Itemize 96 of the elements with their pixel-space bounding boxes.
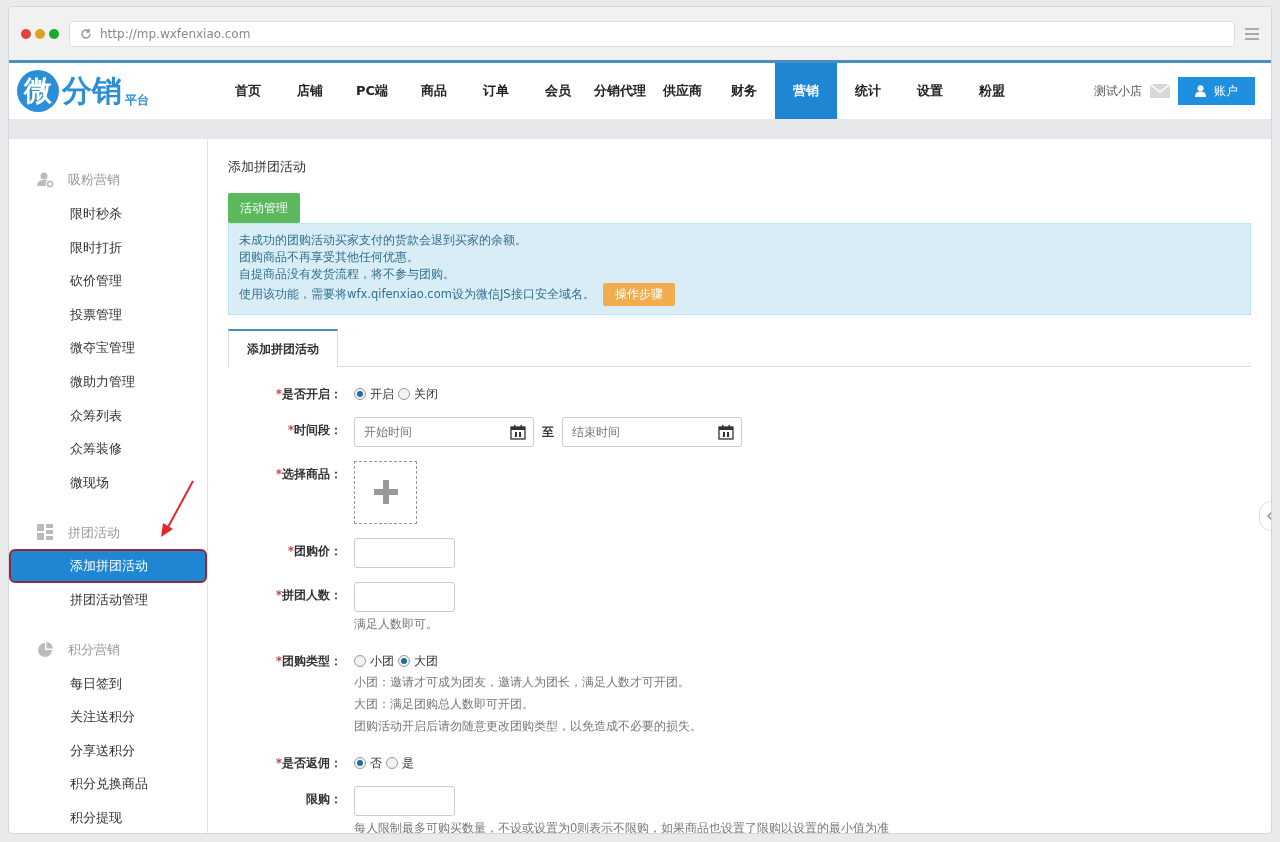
sidebar-item[interactable]: 积分兑换商品 bbox=[9, 767, 207, 801]
sidebar-item[interactable]: 积分提现 bbox=[9, 800, 207, 833]
sidebar-item[interactable]: 每日签到 bbox=[9, 666, 207, 701]
plus-icon bbox=[373, 480, 398, 504]
calendar-icon bbox=[718, 423, 734, 440]
menu-icon bbox=[1245, 26, 1259, 41]
radio-option[interactable]: 小团 bbox=[354, 651, 394, 670]
nav-link[interactable]: 统计 bbox=[837, 63, 899, 119]
required-marker: * bbox=[275, 386, 282, 401]
field-label: 限购： bbox=[306, 791, 342, 806]
sidebar-item[interactable]: 拼团活动管理 bbox=[9, 582, 207, 617]
field-label: 时间段： bbox=[294, 422, 342, 437]
grid-icon bbox=[37, 524, 54, 541]
user-plus-icon bbox=[37, 172, 54, 188]
nav-link[interactable]: 首页 bbox=[217, 63, 279, 119]
calendar-icon bbox=[510, 423, 526, 440]
field-label: 是否开启： bbox=[282, 386, 342, 401]
sidebar-item[interactable]: 限时打折 bbox=[9, 230, 207, 265]
hint-text: 团购活动开启后请勿随意更改团购类型，以免造成不必要的损失。 bbox=[354, 717, 702, 735]
shop-name: 测试小店 bbox=[1094, 83, 1142, 100]
add-product-button[interactable] bbox=[354, 460, 417, 524]
notice-text: 自提商品没有发货流程，将不参与团购。 bbox=[239, 265, 456, 283]
user-icon bbox=[1195, 85, 1206, 97]
hint-text: 小团：邀请才可成为团友，邀请人为团长，满足人数才可开团。 bbox=[354, 673, 691, 691]
field-label: 选择商品： bbox=[282, 466, 342, 481]
input-field[interactable] bbox=[354, 537, 455, 568]
radio-button[interactable] bbox=[354, 654, 366, 667]
radio-option[interactable]: 开启 bbox=[354, 384, 394, 403]
nav-link[interactable]: 粉盟 bbox=[961, 63, 1023, 119]
sidebar-group-title: 拼团活动 bbox=[68, 523, 120, 542]
date-field[interactable]: 开始时间 bbox=[354, 416, 534, 447]
nav-link[interactable]: 分销代理 bbox=[589, 63, 651, 119]
reload-icon bbox=[80, 27, 92, 40]
logo-text: 分销 bbox=[62, 76, 122, 106]
logo-badge: 微 bbox=[17, 70, 59, 112]
input-field[interactable] bbox=[354, 581, 455, 612]
url-text: http://mp.wxfenxiao.com bbox=[100, 25, 251, 43]
tab[interactable]: 添加拼团活动 bbox=[228, 328, 338, 367]
radio-option[interactable]: 大团 bbox=[398, 651, 438, 670]
date-field[interactable]: 结束时间 bbox=[562, 416, 742, 447]
logo-subtitle: 平台 bbox=[125, 92, 149, 109]
sidebar-item[interactable]: 砍价管理 bbox=[9, 264, 207, 298]
sidebar-item[interactable]: 分享送积分 bbox=[9, 733, 207, 768]
field-label: 团购价： bbox=[294, 543, 342, 558]
radio-button[interactable] bbox=[398, 387, 410, 400]
hint-text: 大团：满足团购总人数即可开团。 bbox=[354, 695, 535, 713]
sidebar-item[interactable]: 投票管理 bbox=[9, 297, 207, 332]
sidebar-item[interactable]: 限时秒杀 bbox=[9, 197, 207, 231]
input-field[interactable] bbox=[354, 785, 455, 816]
nav-link[interactable]: PC端 bbox=[341, 63, 403, 119]
sidebar-item[interactable]: 众筹装修 bbox=[9, 432, 207, 466]
nav-link[interactable]: 订单 bbox=[465, 63, 527, 119]
radio-button[interactable] bbox=[398, 654, 410, 667]
field-label: 是否返佣： bbox=[282, 755, 342, 770]
required-marker: * bbox=[275, 653, 282, 668]
required-marker: * bbox=[275, 466, 282, 481]
radio-option[interactable]: 关闭 bbox=[398, 384, 438, 403]
radio-button[interactable] bbox=[354, 387, 366, 400]
required-marker: * bbox=[275, 587, 282, 602]
notice-text: 团购商品不再享受其他任何优惠。 bbox=[239, 248, 420, 266]
nav-link[interactable]: 店铺 bbox=[279, 63, 341, 119]
window-dot bbox=[21, 28, 31, 39]
radio-button[interactable] bbox=[386, 756, 398, 769]
notice-text: 使用该功能，需要将wfx.qifenxiao.com设为微信JS接口安全域名。 bbox=[239, 285, 595, 303]
window-dot bbox=[35, 28, 45, 39]
window-dot bbox=[49, 28, 59, 39]
field-label: 团购类型： bbox=[282, 653, 342, 668]
radio-option[interactable]: 是 bbox=[386, 753, 414, 772]
sidebar-item[interactable]: 众筹列表 bbox=[9, 398, 207, 433]
sidebar-item[interactable]: 关注送积分 bbox=[9, 700, 207, 734]
radio-button[interactable] bbox=[354, 756, 366, 769]
nav-link[interactable]: 会员 bbox=[527, 63, 589, 119]
required-marker: * bbox=[275, 755, 282, 770]
address-bar[interactable]: http://mp.wxfenxiao.com bbox=[69, 20, 1235, 47]
range-separator: 至 bbox=[542, 423, 554, 441]
nav-link[interactable]: 财务 bbox=[713, 63, 775, 119]
mail-icon bbox=[1150, 84, 1170, 98]
field-label: 拼团人数： bbox=[282, 587, 342, 602]
hint-text: 满足人数即可。 bbox=[354, 615, 439, 633]
notice-text: 未成功的团购活动买家支付的货款会退到买家的余额。 bbox=[239, 231, 528, 249]
sidebar-group-title: 积分营销 bbox=[68, 640, 120, 659]
nav-link[interactable]: 商品 bbox=[403, 63, 465, 119]
required-marker: * bbox=[287, 422, 294, 437]
required-marker: * bbox=[287, 543, 294, 558]
sidebar-item[interactable]: 添加拼团活动 bbox=[9, 549, 207, 583]
sidebar-item[interactable]: 微夺宝管理 bbox=[9, 331, 207, 365]
page-title: 添加拼团活动 bbox=[228, 158, 307, 176]
nav-link[interactable]: 供应商 bbox=[651, 63, 713, 119]
pie-chart-icon bbox=[37, 641, 54, 658]
radio-option[interactable]: 否 bbox=[354, 753, 382, 772]
sidebar-item[interactable]: 微现场 bbox=[9, 465, 207, 500]
hint-text: 每人限制最多可购买数量，不设或设置为0则表示不限购，如果商品也设置了限购以设置的最小值为准 bbox=[354, 819, 890, 833]
sidebar-item[interactable]: 微助力管理 bbox=[9, 364, 207, 399]
nav-link[interactable]: 设置 bbox=[899, 63, 961, 119]
nav-link[interactable]: 营销 bbox=[775, 63, 837, 119]
sidebar-group-title: 吸粉营销 bbox=[68, 171, 120, 190]
